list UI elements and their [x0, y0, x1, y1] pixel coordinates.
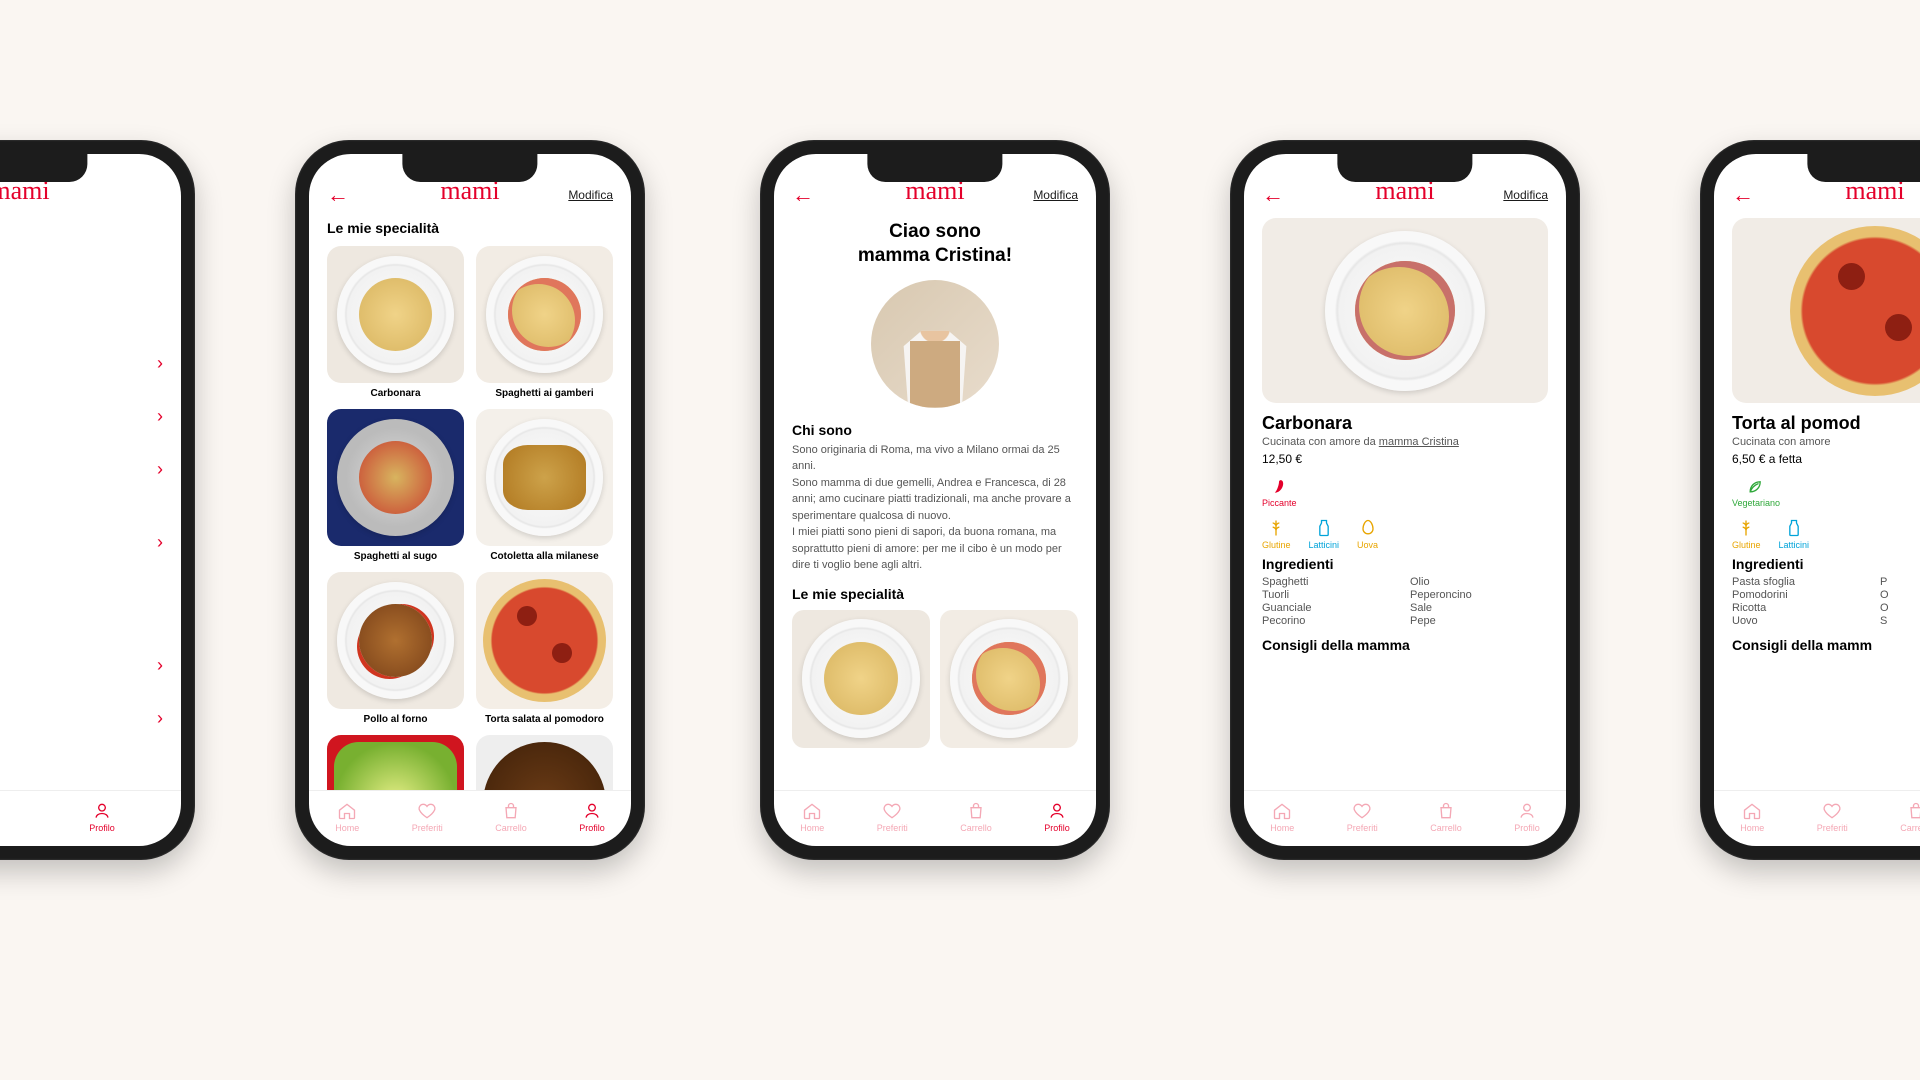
tag-gluten: Glutine	[1732, 518, 1761, 550]
profile-greeting: Ciao sonomamma Cristina!	[792, 220, 1078, 268]
tab-favorites[interactable]: Preferiti	[412, 801, 443, 833]
modify-link[interactable]: Modifica	[1503, 188, 1548, 202]
chevron-right-icon: ›	[157, 406, 163, 427]
dish-card[interactable]	[327, 735, 464, 790]
chevron-right-icon: ›	[157, 708, 163, 729]
ingredients-list: SpaghettiOlio TuorliPeperoncino Guancial…	[1262, 576, 1548, 627]
tab-profile[interactable]: Profilo	[1514, 801, 1540, 833]
ingredients-heading: Ingredienti	[1262, 556, 1548, 572]
phone-dish-carbonara: ← mami Modifica Carbonara Cucinata con a…	[1230, 140, 1580, 860]
about-text: Sono originaria di Roma, ma vivo a Milan…	[792, 442, 1078, 574]
back-arrow-icon[interactable]: ←	[1262, 184, 1284, 206]
back-arrow-icon[interactable]: ←	[327, 184, 349, 206]
back-arrow-icon[interactable]: ←	[792, 184, 814, 206]
dish-byline: Cucinata con amore	[1732, 436, 1920, 448]
settings-row[interactable]: ›	[0, 692, 163, 745]
settings-title: na	[0, 214, 163, 231]
ingredients-heading: Ingredienti	[1732, 556, 1920, 572]
modify-link[interactable]: Modifica	[568, 188, 613, 202]
phone-settings: mami na a il profilo visibile › ali› › c…	[0, 140, 195, 860]
dish-card[interactable]	[476, 735, 613, 790]
tab-profile[interactable]: Profilo	[1044, 801, 1070, 833]
ingredients-list: Pasta sfogliaP PomodoriniO RicottaO Uovo…	[1732, 576, 1920, 627]
phone-profile: ← mami Modifica Ciao sonomamma Cristina!…	[760, 140, 1110, 860]
settings-subtitle: a il profilo visibile	[0, 233, 163, 247]
dish-card[interactable]: Cotoletta alla milanese	[476, 409, 613, 562]
specialties-title: Le mie specialità	[327, 220, 613, 236]
phone-specialties: ← mami Modifica Le mie specialità Carbon…	[295, 140, 645, 860]
tab-home[interactable]: Home	[1740, 801, 1764, 833]
tab-bar: Home Preferiti Carrello Profilo	[1714, 790, 1920, 846]
back-arrow-icon[interactable]: ←	[1732, 184, 1754, 206]
tag-spicy: Piccante	[1262, 476, 1297, 508]
about-heading: Chi sono	[792, 422, 1078, 438]
specialties-heading: Le mie specialità	[792, 586, 1078, 602]
tag-vegetarian: Vegetariano	[1732, 476, 1780, 508]
dish-card[interactable]: Pollo al forno	[327, 572, 464, 725]
dish-price: 12,50 €	[1262, 452, 1548, 466]
dish-byline: Cucinata con amore da mamma Cristina	[1262, 436, 1548, 448]
tab-cart[interactable]: Carrello	[1900, 801, 1920, 833]
tab-profile[interactable]: Profilo	[579, 801, 605, 833]
avatar	[871, 280, 999, 408]
tab-favorites[interactable]: Preferiti	[1347, 801, 1378, 833]
tab-bar: Carrello Profilo	[0, 790, 181, 846]
settings-row[interactable]: ali›	[0, 390, 163, 443]
chevron-right-icon: ›	[157, 353, 163, 374]
tab-cart[interactable]: Carrello	[495, 801, 527, 833]
dish-card[interactable]: Carbonara	[327, 246, 464, 399]
chevron-right-icon: ›	[157, 459, 163, 480]
tab-cart[interactable]: Carrello	[1430, 801, 1462, 833]
tab-bar: Home Preferiti Carrello Profilo	[309, 790, 631, 846]
tips-heading: Consigli della mamma	[1262, 637, 1548, 653]
dish-thumb[interactable]	[792, 610, 930, 748]
tips-heading: Consigli della mamm	[1732, 637, 1920, 653]
dish-title: Carbonara	[1262, 413, 1548, 434]
tag-gluten: Glutine	[1262, 518, 1291, 550]
tag-eggs: Uova	[1357, 518, 1378, 550]
chevron-right-icon: ›	[157, 655, 163, 676]
dish-card[interactable]: Torta salata al pomodoro	[476, 572, 613, 725]
dish-hero	[1262, 218, 1548, 403]
modify-link[interactable]: Modifica	[1033, 188, 1078, 202]
phone-dish-torta: ← mami Torta al pomod Cucinata con amore…	[1700, 140, 1920, 860]
dish-title: Torta al pomod	[1732, 413, 1920, 434]
dish-thumb[interactable]	[940, 610, 1078, 748]
tab-home[interactable]: Home	[1270, 801, 1294, 833]
tag-dairy: Latticini	[1779, 518, 1810, 550]
tab-home[interactable]: Home	[335, 801, 359, 833]
tab-favorites[interactable]: Preferiti	[1817, 801, 1848, 833]
tag-dairy: Latticini	[1309, 518, 1340, 550]
settings-row[interactable]: ›	[0, 443, 163, 496]
settings-row[interactable]: card›	[0, 516, 163, 569]
chevron-right-icon: ›	[157, 532, 163, 553]
tab-favorites[interactable]: Preferiti	[877, 801, 908, 833]
dish-price: 6,50 € a fetta	[1732, 452, 1920, 466]
tab-bar: Home Preferiti Carrello Profilo	[774, 790, 1096, 846]
settings-row[interactable]: ›	[0, 639, 163, 692]
dish-card[interactable]: Spaghetti ai gamberi	[476, 246, 613, 399]
tab-profile[interactable]: Profilo	[89, 801, 115, 833]
cook-link[interactable]: mamma Cristina	[1379, 436, 1459, 448]
tab-home[interactable]: Home	[800, 801, 824, 833]
dish-hero	[1732, 218, 1920, 403]
tab-cart[interactable]: Carrello	[960, 801, 992, 833]
tab-bar: Home Preferiti Carrello Profilo	[1244, 790, 1566, 846]
settings-row[interactable]: ›	[0, 337, 163, 390]
dish-card[interactable]: Spaghetti al sugo	[327, 409, 464, 562]
